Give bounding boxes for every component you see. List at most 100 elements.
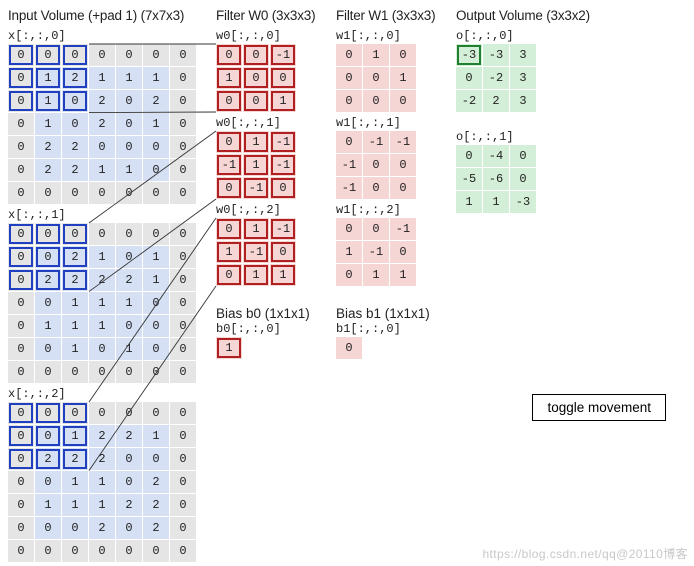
cell: -1 bbox=[270, 44, 296, 66]
cell: 0 bbox=[170, 494, 196, 516]
cell: 0 bbox=[216, 90, 242, 112]
cell: 0 bbox=[8, 223, 34, 245]
cell: 0 bbox=[35, 361, 61, 383]
cell: 0 bbox=[170, 136, 196, 158]
toggle-movement-button[interactable]: toggle movement bbox=[532, 394, 666, 421]
cell: -1 bbox=[243, 241, 269, 263]
cell: 0 bbox=[143, 448, 169, 470]
cell: 0 bbox=[170, 425, 196, 447]
cell: 1 bbox=[390, 67, 416, 89]
cell: 0 bbox=[116, 246, 142, 268]
x1-grid: 0000000002101002222100011100011100000101… bbox=[8, 223, 206, 383]
cell: 0 bbox=[510, 168, 536, 190]
cell: 1 bbox=[116, 159, 142, 181]
cell: -6 bbox=[483, 168, 509, 190]
cell: 1 bbox=[270, 264, 296, 286]
cell: 0 bbox=[116, 44, 142, 66]
cell: 1 bbox=[89, 494, 115, 516]
cell: 0 bbox=[8, 67, 34, 89]
x1-label: x[:,:,1] bbox=[8, 208, 206, 222]
cell: 2 bbox=[89, 425, 115, 447]
cell: 1 bbox=[35, 67, 61, 89]
cell: -1 bbox=[270, 154, 296, 176]
cell: 1 bbox=[143, 246, 169, 268]
input-header: Input Volume (+pad 1) (7x7x3) bbox=[8, 8, 206, 23]
cell: 0 bbox=[62, 113, 88, 135]
cell: 0 bbox=[170, 159, 196, 181]
cell: 0 bbox=[170, 67, 196, 89]
cell: 0 bbox=[35, 517, 61, 539]
w1-column: Filter W1 (3x3x3) w1[:,:,0] 010001000 w1… bbox=[336, 8, 446, 359]
cell: 1 bbox=[390, 264, 416, 286]
o0-grid: -3-330-23-223 bbox=[456, 44, 606, 112]
cell: 1 bbox=[363, 264, 389, 286]
cell: 1 bbox=[216, 67, 242, 89]
cell: 0 bbox=[8, 448, 34, 470]
cell: 0 bbox=[8, 44, 34, 66]
cell: 0 bbox=[35, 540, 61, 562]
cell: 0 bbox=[336, 90, 362, 112]
cell: 1 bbox=[89, 471, 115, 493]
cell: 0 bbox=[363, 67, 389, 89]
cell: 1 bbox=[216, 241, 242, 263]
cell: 2 bbox=[143, 494, 169, 516]
cell: 0 bbox=[89, 338, 115, 360]
cell: 0 bbox=[89, 540, 115, 562]
cell: -1 bbox=[336, 177, 362, 199]
cell: 0 bbox=[216, 44, 242, 66]
cell: 0 bbox=[116, 223, 142, 245]
cell: 0 bbox=[143, 540, 169, 562]
cell: 0 bbox=[170, 448, 196, 470]
cell: 1 bbox=[143, 67, 169, 89]
cell: 3 bbox=[510, 90, 536, 112]
cell: 0 bbox=[8, 361, 34, 383]
cell: 0 bbox=[62, 517, 88, 539]
cell: 0 bbox=[89, 136, 115, 158]
cell: 0 bbox=[243, 44, 269, 66]
cell: 0 bbox=[116, 113, 142, 135]
cell: 0 bbox=[62, 361, 88, 383]
cell: -1 bbox=[390, 131, 416, 153]
cell: 0 bbox=[143, 315, 169, 337]
cell: 0 bbox=[8, 494, 34, 516]
cell: 0 bbox=[8, 540, 34, 562]
cell: 0 bbox=[89, 361, 115, 383]
cell: 3 bbox=[510, 44, 536, 66]
cell: 0 bbox=[363, 154, 389, 176]
cell: 0 bbox=[35, 44, 61, 66]
cell: 1 bbox=[243, 154, 269, 176]
cell: 0 bbox=[390, 90, 416, 112]
cell: 0 bbox=[116, 540, 142, 562]
cell: 0 bbox=[390, 177, 416, 199]
w0-column: Filter W0 (3x3x3) w0[:,:,0] 00-1100001 w… bbox=[216, 8, 326, 359]
cell: -2 bbox=[483, 67, 509, 89]
cell: 0 bbox=[170, 402, 196, 424]
cell: 0 bbox=[8, 425, 34, 447]
cell: 0 bbox=[116, 402, 142, 424]
w10-label: w1[:,:,0] bbox=[336, 29, 446, 43]
cell: 0 bbox=[216, 131, 242, 153]
cell: 0 bbox=[35, 338, 61, 360]
cell: 0 bbox=[336, 67, 362, 89]
cell: 0 bbox=[170, 269, 196, 291]
cell: 0 bbox=[270, 67, 296, 89]
cell: 1 bbox=[62, 494, 88, 516]
w11-label: w1[:,:,1] bbox=[336, 116, 446, 130]
o0-label: o[:,:,0] bbox=[456, 29, 606, 43]
cell: 0 bbox=[170, 182, 196, 204]
cell: 0 bbox=[363, 90, 389, 112]
w12-grid: 00-11-10011 bbox=[336, 218, 446, 286]
cell: 0 bbox=[390, 154, 416, 176]
cell: 1 bbox=[456, 191, 482, 213]
cell: 0 bbox=[116, 136, 142, 158]
cell: 0 bbox=[143, 159, 169, 181]
cell: 1 bbox=[62, 471, 88, 493]
cell: 2 bbox=[62, 246, 88, 268]
w00-label: w0[:,:,0] bbox=[216, 29, 326, 43]
cell: -1 bbox=[216, 154, 242, 176]
b0-label: b0[:,:,0] bbox=[216, 322, 326, 336]
cell: 2 bbox=[62, 67, 88, 89]
x0-label: x[:,:,0] bbox=[8, 29, 206, 43]
cell: 0 bbox=[35, 246, 61, 268]
cell: 0 bbox=[8, 338, 34, 360]
